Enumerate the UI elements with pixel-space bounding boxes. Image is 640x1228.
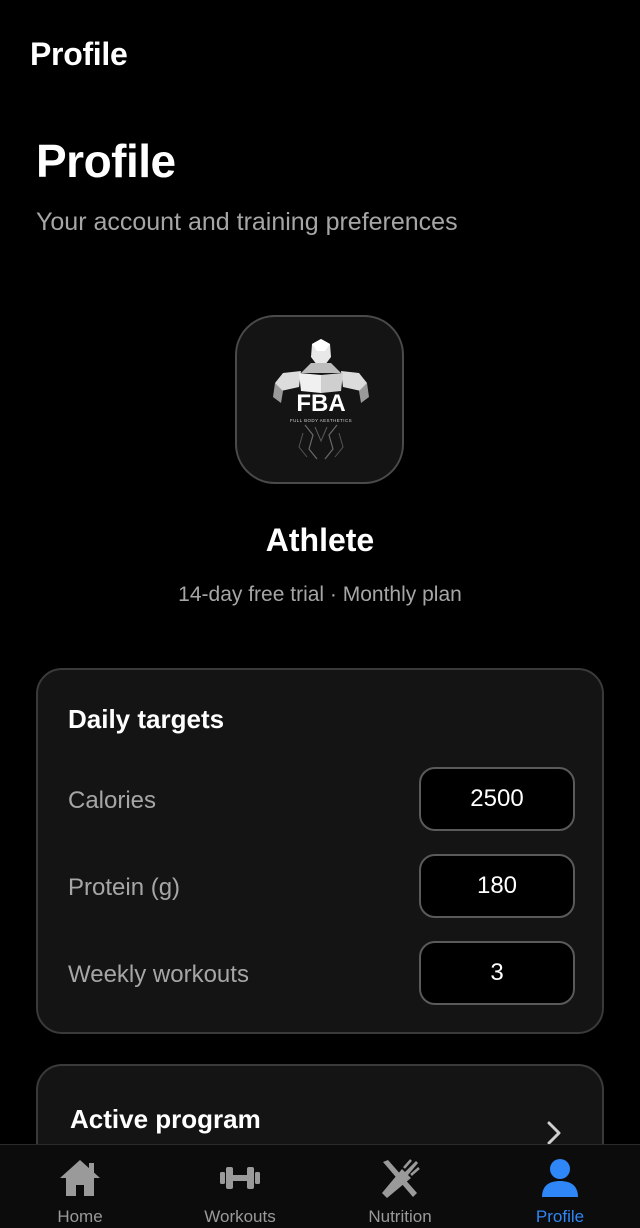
dumbbell-icon xyxy=(220,1167,260,1189)
plan-status: 14-day free trial · Monthly plan xyxy=(178,583,462,606)
athlete-name: Athlete xyxy=(265,522,375,558)
nav-label-profile: Profile xyxy=(535,1207,585,1226)
app-bar-title: Profile xyxy=(30,36,128,72)
calories-input[interactable] xyxy=(419,767,575,831)
weekly-workouts-input[interactable] xyxy=(419,941,575,1005)
active-program-title: Active program xyxy=(70,1104,261,1134)
protein-input[interactable] xyxy=(419,854,575,918)
daily-targets-card: Daily targets Calories Protein (g) Weekl… xyxy=(36,668,604,1034)
fba-logo: FBA FULL BODY AESTHETICS xyxy=(235,315,404,484)
logo-tagline: FULL BODY AESTHETICS xyxy=(290,418,352,423)
nav-item-profile[interactable]: Profile xyxy=(480,1145,640,1228)
fork-knife-icon xyxy=(382,1159,420,1198)
nav-item-home[interactable]: Home xyxy=(0,1145,160,1228)
logo-text: FBA xyxy=(296,390,345,417)
daily-targets-title: Daily targets xyxy=(68,704,225,734)
page-subtitle: Your account and training preferences xyxy=(36,208,458,236)
nav-label-workouts: Workouts xyxy=(204,1207,276,1226)
nav-item-workouts[interactable]: Workouts xyxy=(160,1145,320,1228)
calories-label: Calories xyxy=(68,787,157,814)
nav-label-nutrition: Nutrition xyxy=(368,1207,432,1226)
nav-label-home: Home xyxy=(57,1207,103,1226)
page-title: Profile xyxy=(36,135,176,187)
protein-label: Protein (g) xyxy=(68,874,181,901)
fba-logo-graphic: FBA FULL BODY AESTHETICS xyxy=(273,339,369,460)
profile-screen: Profile Profile Your account and trainin… xyxy=(0,0,640,1228)
weekly-workouts-label: Weekly workouts xyxy=(68,961,249,988)
bottom-navigation: Home Workouts Nutrition Profile xyxy=(0,1144,640,1228)
person-icon xyxy=(542,1159,578,1197)
nav-item-nutrition[interactable]: Nutrition xyxy=(320,1145,480,1228)
home-icon xyxy=(60,1160,100,1196)
